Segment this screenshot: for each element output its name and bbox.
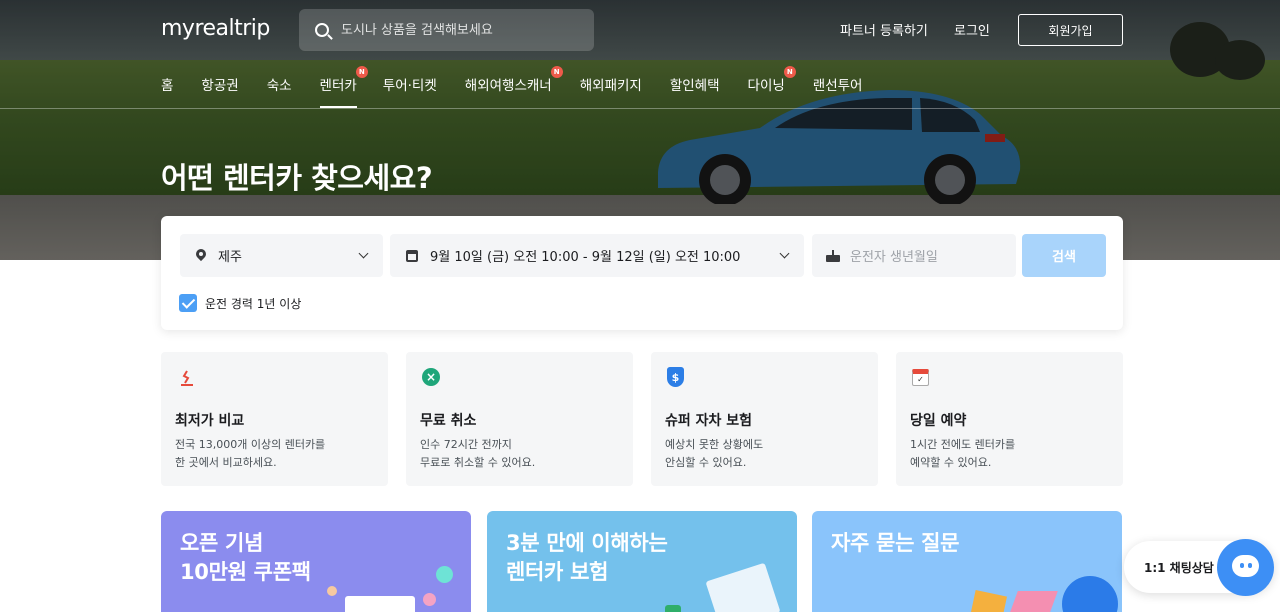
myrealtrip-logo[interactable]: myrealtrip [161, 16, 270, 41]
cancel-icon: × [422, 368, 440, 386]
signup-button[interactable]: 회원가입 [1018, 14, 1123, 46]
search-button[interactable]: 검색 [1022, 234, 1106, 277]
banner-title: 3분 만에 이해하는 렌터카 보험 [506, 531, 668, 584]
feature-title: 무료 취소 [420, 413, 477, 429]
birthday-cake-icon [826, 249, 840, 262]
feature-card-free-cancel: × 무료 취소 인수 72시간 전까지 무료로 취소할 수 있어요. [406, 352, 633, 486]
nav-item-stays[interactable]: 숙소 [267, 74, 292, 108]
nav-item-dining[interactable]: 다이닝 N [748, 66, 796, 108]
chat-button[interactable] [1217, 539, 1274, 596]
feature-card-same-day: ✓ 당일 예약 1시간 전에도 렌터카를 예약할 수 있어요. [896, 352, 1123, 486]
price-tag-icon [181, 370, 193, 386]
login-link[interactable]: 로그인 [954, 20, 990, 39]
document-illustration [705, 562, 781, 612]
banner-insurance-guide[interactable]: 3분 만에 이해하는 렌터카 보험 [487, 511, 797, 612]
nav-item-rentacar[interactable]: 렌터카 N [319, 66, 368, 108]
location-value: 제주 [218, 250, 242, 265]
decor-shape [969, 590, 1007, 612]
driving-experience-checkbox[interactable] [179, 294, 197, 312]
hero-title: 어떤 렌터카 찾으세요? [161, 161, 433, 195]
location-select[interactable]: 제주 [180, 234, 383, 277]
new-badge: N [355, 66, 368, 78]
calendar-icon: ✓ [912, 369, 929, 386]
new-badge: N [550, 66, 563, 78]
banner-title: 자주 묻는 질문 [831, 531, 960, 555]
rentacar-search-card: 제주 9월 10일 (금) 오전 10:00 - 9월 12일 (일) 오전 1… [161, 216, 1123, 330]
date-range-select[interactable]: 9월 10일 (금) 오전 10:00 - 9월 12일 (일) 오전 10:0… [390, 234, 804, 277]
feature-card-super-insurance: $ 슈퍼 자차 보험 예상치 못한 상황에도 안심할 수 있어요. [651, 352, 878, 486]
banner-faq[interactable]: 자주 묻는 질문 [812, 511, 1122, 612]
location-pin-icon [196, 249, 206, 262]
date-range-value: 9월 10일 (금) 오전 10:00 - 9월 12일 (일) 오전 10:0… [430, 250, 741, 265]
search-icon [315, 23, 329, 37]
chevron-down-icon [779, 248, 790, 259]
nav-item-flights[interactable]: 항공권 [201, 74, 238, 108]
decor-shape [1062, 576, 1118, 612]
decor-dot [327, 586, 337, 596]
nav-divider [0, 108, 1280, 109]
feature-description: 예상치 못한 상황에도 안심할 수 있어요. [665, 438, 764, 469]
decor-dot [436, 566, 453, 583]
decor-dot [423, 593, 436, 606]
nav-item-packages[interactable]: 해외패키지 [580, 74, 642, 108]
chat-bubble-icon [1232, 555, 1259, 577]
chat-consult-label: 1:1 채팅상담 [1144, 561, 1214, 575]
decor-shape [1006, 591, 1058, 612]
banner-coupon-pack[interactable]: 오픈 기념 10만원 쿠폰팩 [161, 511, 471, 612]
feature-title: 당일 예약 [910, 413, 967, 429]
coupon-illustration [345, 596, 415, 612]
partner-register-link[interactable]: 파트너 등록하기 [840, 20, 928, 39]
search-input[interactable] [341, 22, 581, 38]
feature-title: 슈퍼 자차 보험 [665, 413, 753, 429]
nav-item-tours-tickets[interactable]: 투어·티켓 [383, 74, 437, 108]
shield-icon: $ [667, 367, 684, 387]
calendar-icon [406, 249, 418, 262]
nav-item-travel-scanner[interactable]: 해외여행스캐너 N [465, 66, 563, 108]
nav-item-home[interactable]: 홈 [161, 74, 173, 108]
driving-experience-label: 운전 경력 1년 이상 [205, 296, 302, 311]
banner-title: 오픈 기념 10만원 쿠폰팩 [180, 531, 311, 584]
site-search[interactable] [299, 9, 594, 51]
decor-shape [665, 605, 681, 612]
new-badge: N [783, 66, 796, 78]
driving-experience-option[interactable]: 운전 경력 1년 이상 [179, 294, 301, 312]
main-nav: 홈 항공권 숙소 렌터카 N 투어·티켓 해외여행스캐너 N 해외패키지 할인혜택 … [161, 66, 863, 108]
feature-description: 인수 72시간 전까지 무료로 취소할 수 있어요. [420, 438, 536, 469]
driver-birthdate-field[interactable]: 운전자 생년월일 [812, 234, 1016, 277]
chevron-down-icon [358, 248, 369, 259]
feature-card-lowest-price: 최저가 비교 전국 13,000개 이상의 렌터카를 한 곳에서 비교하세요. [161, 352, 388, 486]
feature-description: 1시간 전에도 렌터카를 예약할 수 있어요. [910, 438, 1016, 469]
nav-item-online-tour[interactable]: 랜선투어 [813, 74, 863, 108]
birthdate-placeholder: 운전자 생년월일 [850, 250, 938, 265]
nav-item-deals[interactable]: 할인혜택 [670, 74, 720, 108]
feature-title: 최저가 비교 [175, 413, 245, 429]
feature-description: 전국 13,000개 이상의 렌터카를 한 곳에서 비교하세요. [175, 438, 326, 469]
